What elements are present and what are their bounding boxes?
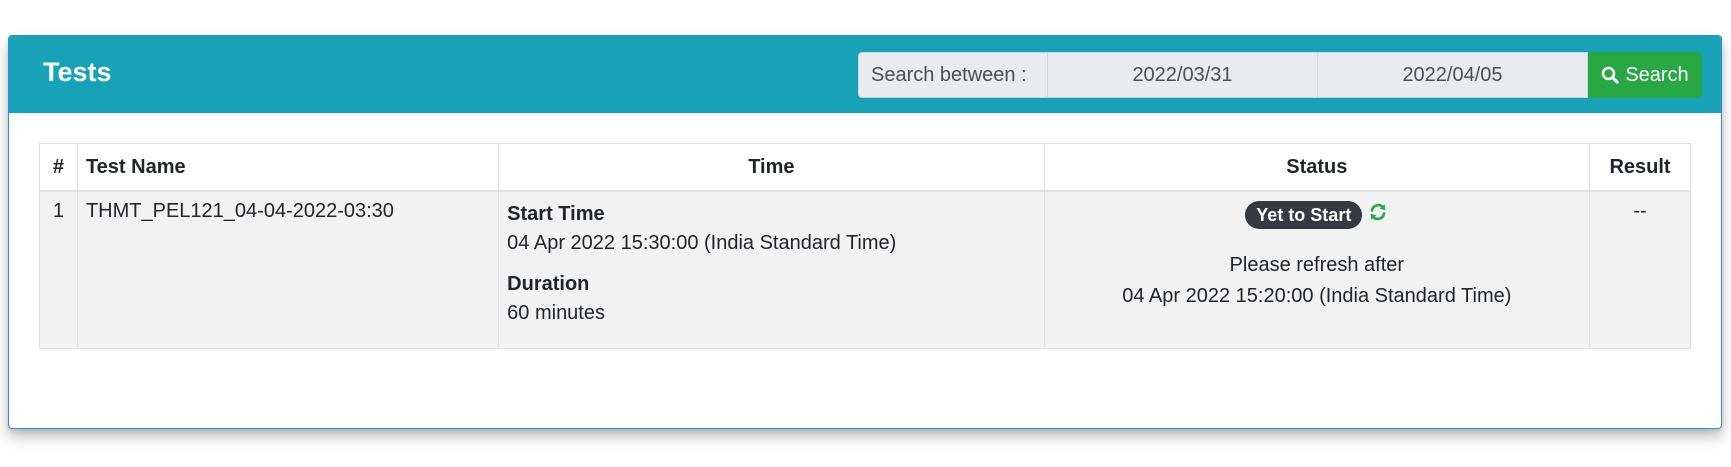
tests-card: Tests Search between : Search # Test Nam… <box>8 35 1722 429</box>
status-cell: Yet to Start Please refresh after 04 Apr… <box>1043 190 1591 349</box>
result-value: -- <box>1589 190 1691 349</box>
column-header-test-name: Test Name <box>76 143 500 192</box>
duration-value: 60 minutes <box>507 302 605 324</box>
time-cell: Start Time 04 Apr 2022 15:30:00 (India S… <box>498 190 1045 349</box>
table-header-row: # Test Name Time Status Result <box>39 143 1691 192</box>
search-button[interactable]: Search <box>1588 52 1702 98</box>
search-between-label: Search between : <box>858 52 1048 98</box>
refresh-note: Please refresh after <box>1229 254 1405 276</box>
column-header-result: Result <box>1589 143 1691 192</box>
row-number: 1 <box>39 190 78 349</box>
duration-label: Duration <box>507 273 590 295</box>
column-header-number: # <box>39 143 78 192</box>
search-icon <box>1601 66 1620 84</box>
table-row: 1 THMT_PEL121_04-04-2022-03:30 Start Tim… <box>39 190 1691 349</box>
to-date-input[interactable] <box>1318 52 1588 98</box>
column-header-time: Time <box>498 143 1045 192</box>
tests-table: # Test Name Time Status Result 1 THMT_PE… <box>39 143 1691 349</box>
refresh-icon[interactable] <box>1368 202 1388 228</box>
from-date-input[interactable] <box>1048 52 1318 98</box>
page-title: Tests <box>43 57 112 87</box>
start-time-label: Start Time <box>507 203 605 225</box>
date-search-group: Search between : Search <box>858 52 1702 98</box>
card-header: Tests Search between : Search <box>9 36 1721 113</box>
start-time-value: 04 Apr 2022 15:30:00 (India Standard Tim… <box>507 232 897 254</box>
column-header-status: Status <box>1043 143 1591 192</box>
test-name: THMT_PEL121_04-04-2022-03:30 <box>76 190 500 349</box>
refresh-time: 04 Apr 2022 15:20:00 (India Standard Tim… <box>1122 285 1512 307</box>
search-button-label: Search <box>1625 63 1689 86</box>
status-badge: Yet to Start <box>1245 201 1363 229</box>
